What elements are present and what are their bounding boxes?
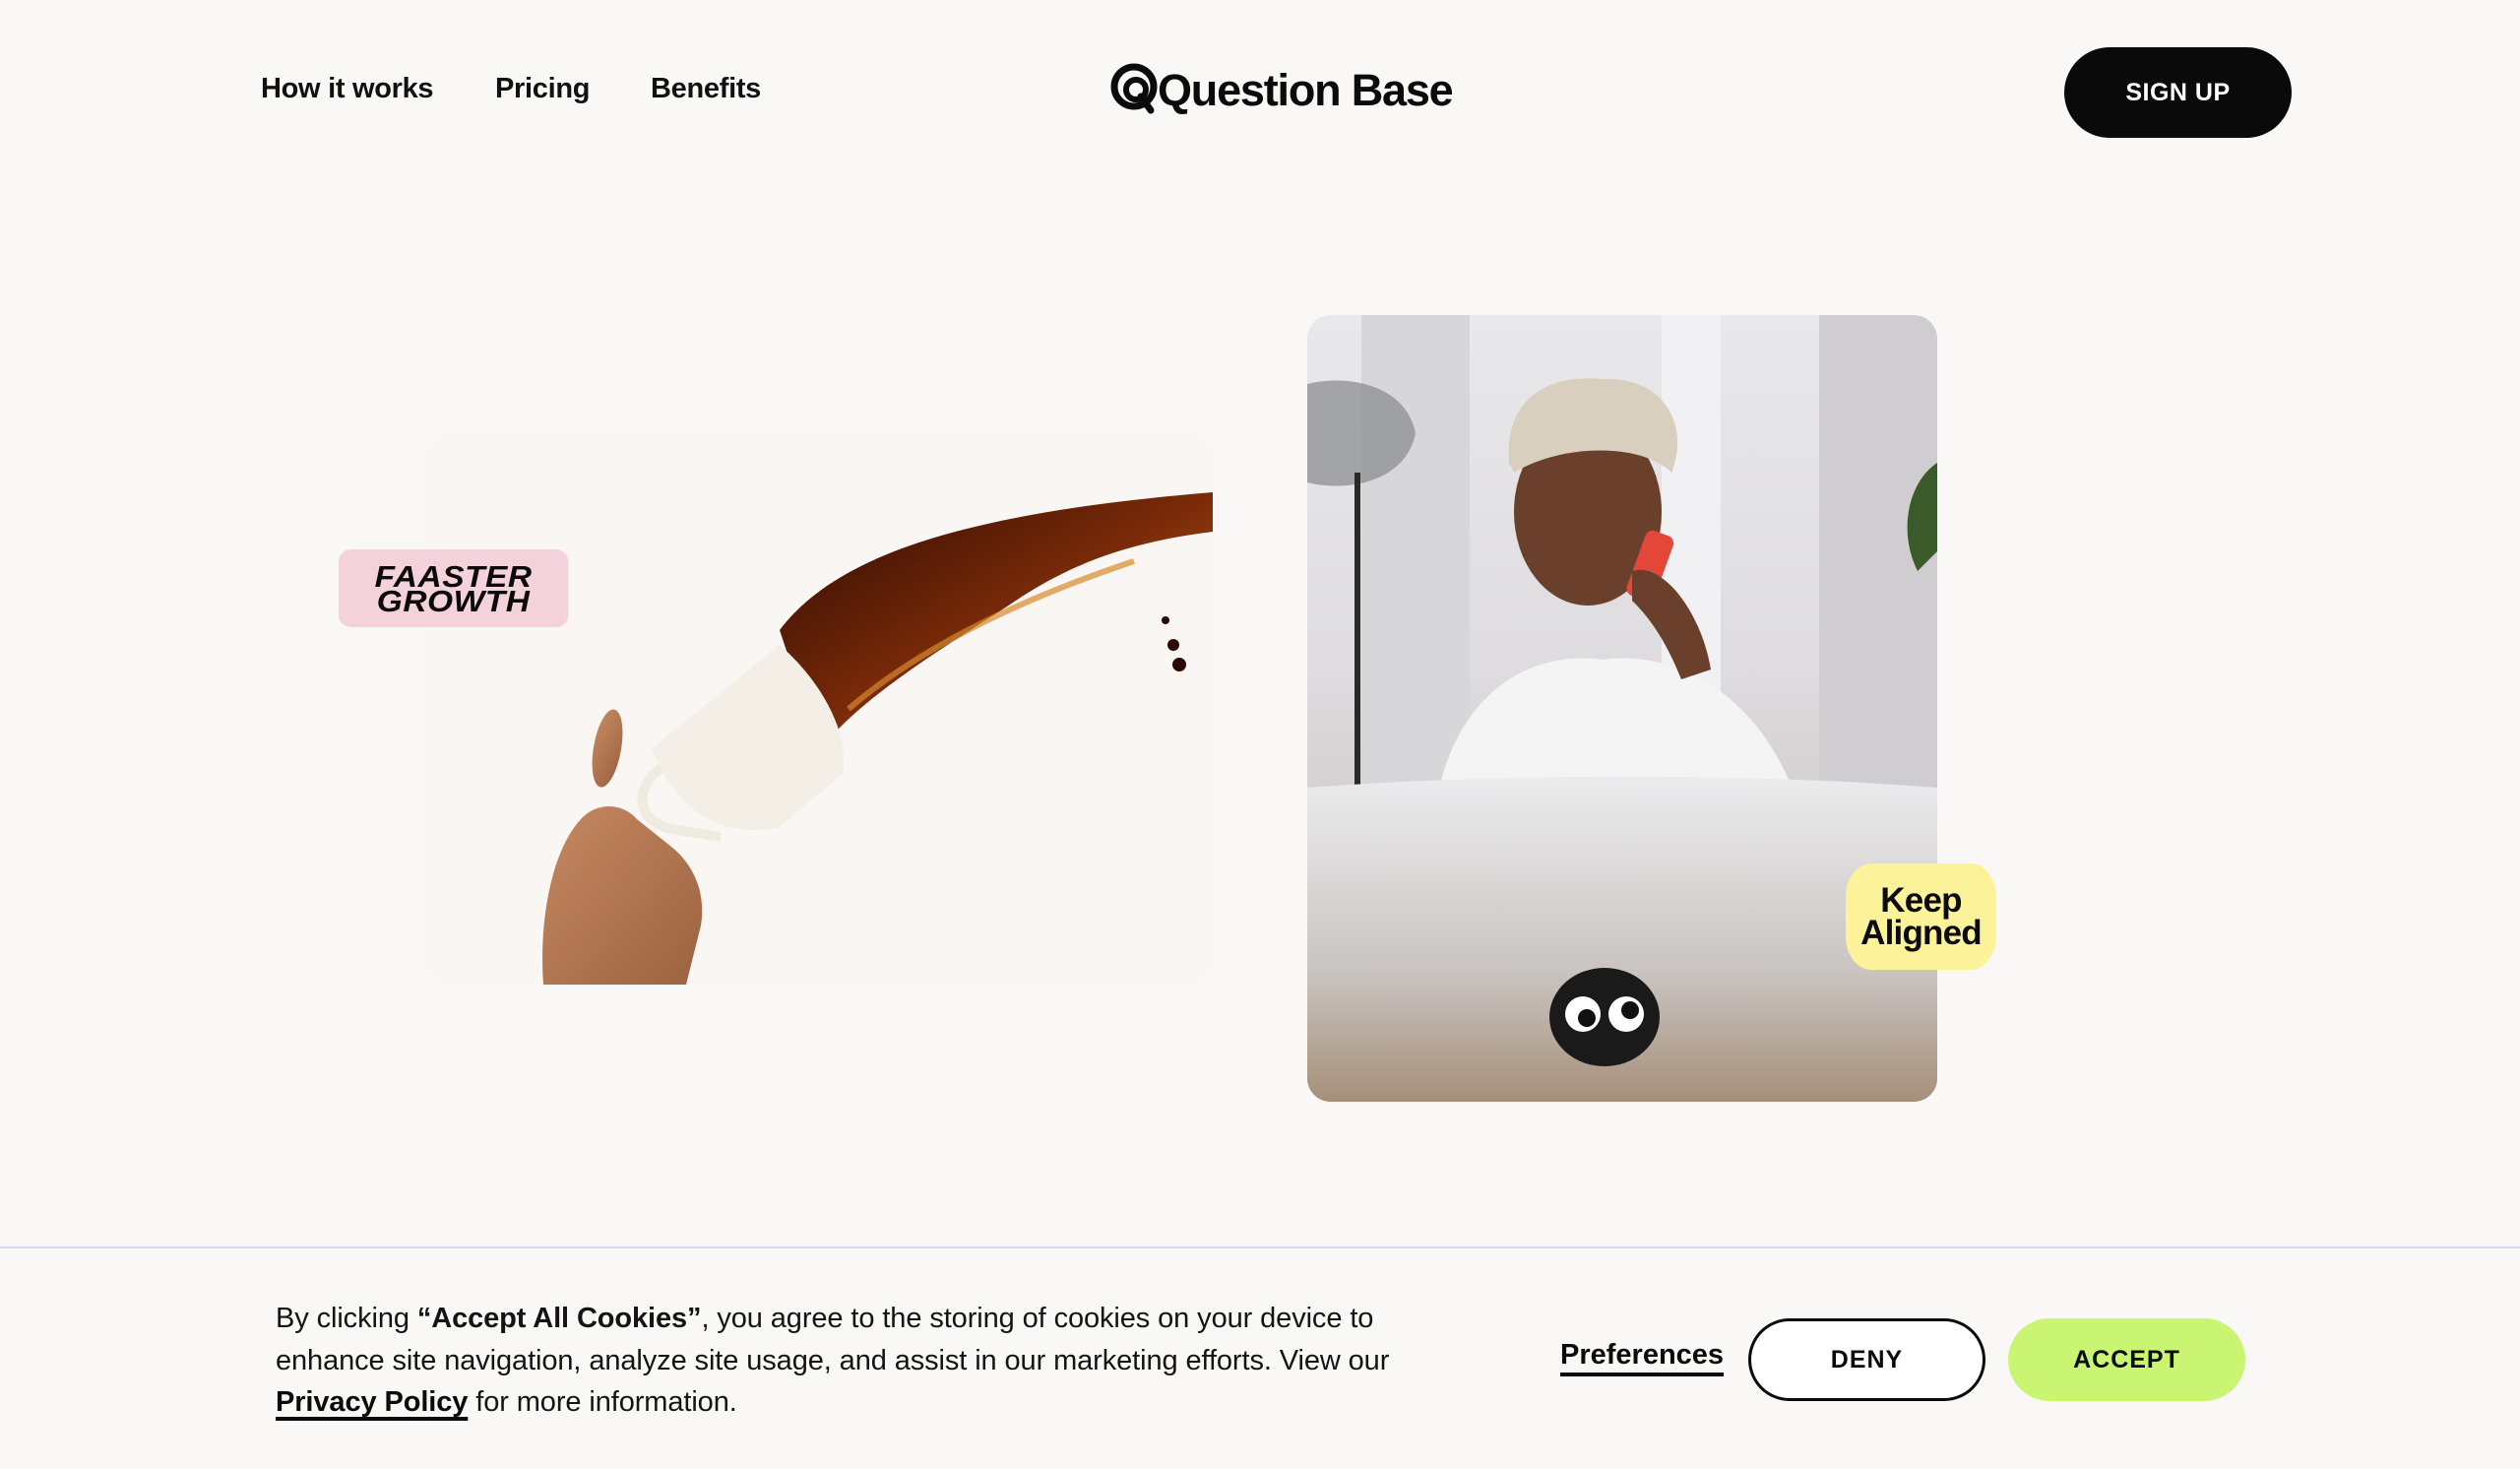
badge-line: Keep — [1880, 881, 1962, 920]
cookie-text-prefix: By clicking — [276, 1303, 417, 1334]
cookie-banner: By clicking “Accept All Cookies”, you ag… — [0, 1246, 2520, 1469]
cookie-text-bold: “Accept All Cookies” — [416, 1303, 702, 1334]
nav-benefits[interactable]: Benefits — [651, 73, 761, 105]
badge-line: GROWTH — [376, 583, 531, 618]
privacy-policy-link[interactable]: Privacy Policy — [276, 1386, 468, 1418]
coffee-image — [425, 433, 1213, 985]
faaster-growth-badge: FAASTER GROWTH — [339, 549, 569, 627]
keep-aligned-badge: Keep Aligned — [1846, 863, 1996, 970]
logo-q-icon — [1110, 63, 1160, 118]
googly-eyes-sticker — [1549, 968, 1660, 1066]
logo-text: Question Base — [1158, 65, 1454, 115]
nav-how-it-works[interactable]: How it works — [261, 73, 434, 105]
preferences-link[interactable]: Preferences — [1560, 1339, 1724, 1372]
cookie-text-suffix: for more information. — [468, 1386, 737, 1418]
badge-line: Aligned — [1860, 914, 1983, 952]
deny-button[interactable]: DENY — [1748, 1318, 1985, 1401]
logo[interactable]: Question Base — [1110, 61, 1454, 120]
nav-pricing[interactable]: Pricing — [495, 73, 591, 105]
accept-button[interactable]: ACCEPT — [2008, 1318, 2245, 1401]
cookie-message: By clicking “Accept All Cookies”, you ag… — [276, 1298, 1477, 1424]
sign-up-button[interactable]: SIGN UP — [2064, 47, 2292, 138]
man-on-phone-image — [1307, 315, 1937, 1102]
